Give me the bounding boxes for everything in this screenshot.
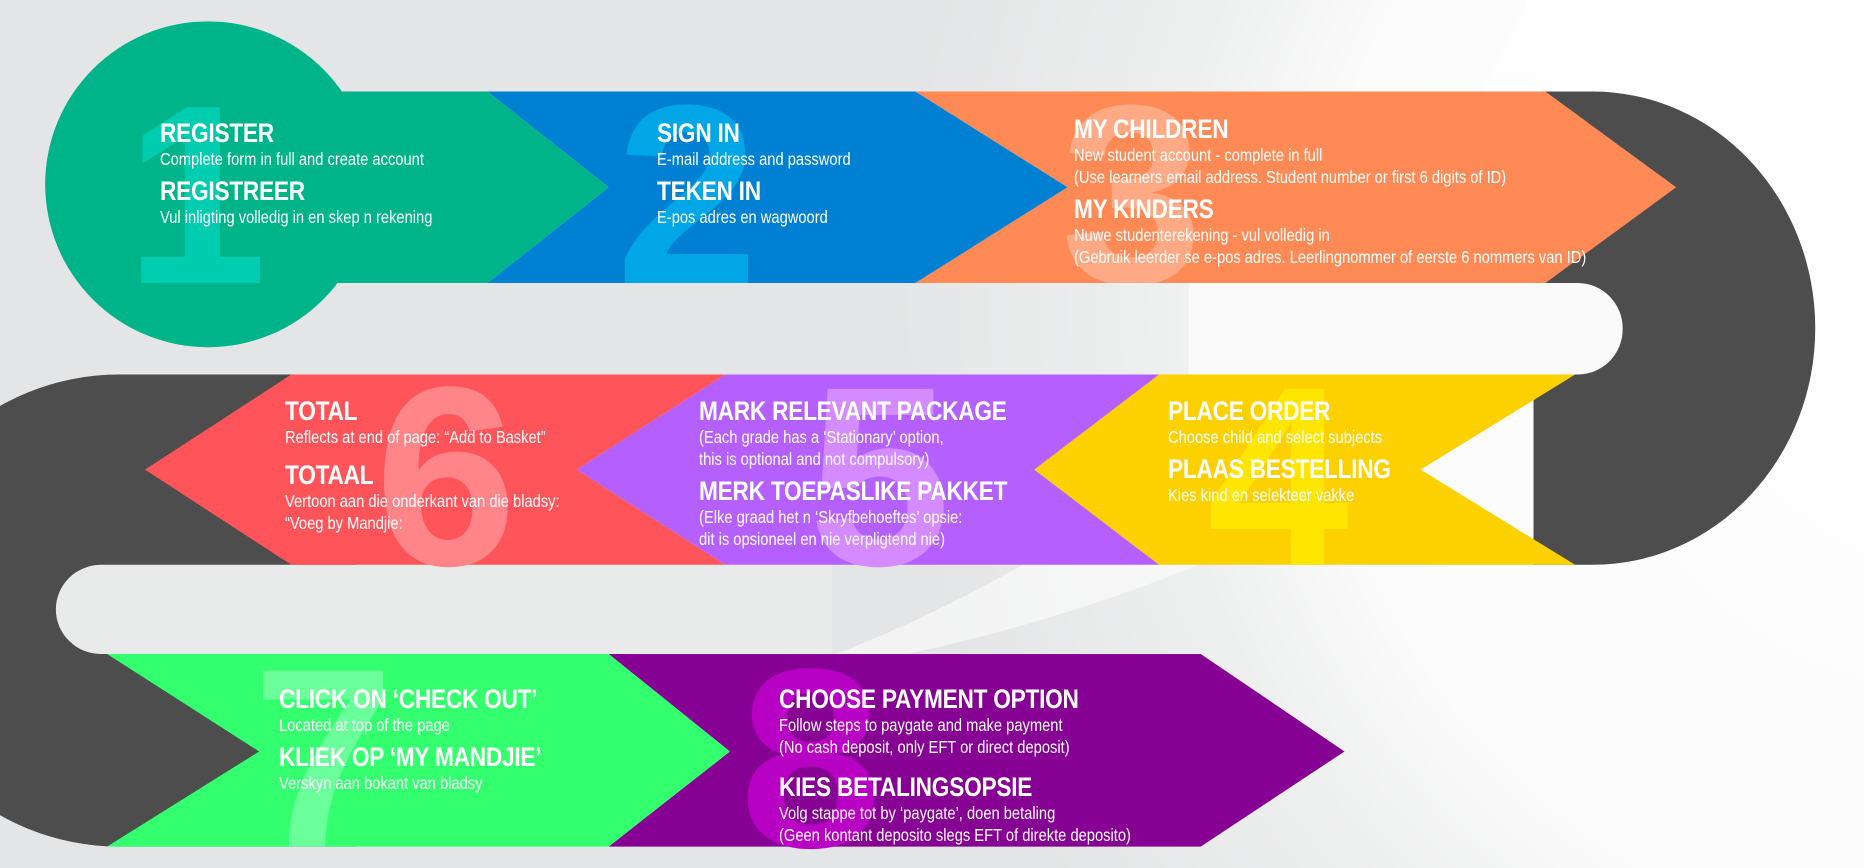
step-description: Verskyn aan bokant van bladsy <box>279 773 483 793</box>
step-title: REGISTREER <box>160 176 305 206</box>
afrikaans-text-group: KIES BETALINGSOPSIE Volg stappe tot by ‘p… <box>779 772 1131 846</box>
english-text-group: MARK RELEVANT PACKAGE (Each grade has a ‘… <box>699 396 1007 470</box>
step-description: dit is opsioneel en nie verpligtend nie) <box>699 529 945 549</box>
afrikaans-text-group: PLAAS BESTELLING Kies kind en selekteer v… <box>1168 454 1391 506</box>
english-text-group: SIGN IN E-mail address and password <box>657 118 851 170</box>
afrikaans-text-group: KLIEK OP ‘MY MANDJIE’ Verskyn aan bokant … <box>279 742 542 794</box>
step-description: Complete form in full and create account <box>160 149 424 169</box>
step-3-my-children: MY CHILDREN New student account - complet… <box>1074 114 1586 268</box>
step-2-sign-in: SIGN IN E-mail address and password TEKEN … <box>657 118 851 228</box>
step-description: Located at top of the page <box>279 715 450 735</box>
afrikaans-text-group: MERK TOEPASLIKE PAKKET (Elke graad het n … <box>699 476 1007 550</box>
step-title: KLIEK OP ‘MY MANDJIE’ <box>279 742 542 772</box>
step-description: Follow steps to paygate and make payment <box>779 715 1063 735</box>
step-description: Reflects at end of page: “Add to Basket” <box>285 427 546 447</box>
step-title: KIES BETALINGSOPSIE <box>779 772 1033 802</box>
step-title: MERK TOEPASLIKE PAKKET <box>699 476 1008 506</box>
step-title: PLAAS BESTELLING <box>1168 454 1391 484</box>
step-description: E-pos adres en wagwoord <box>657 207 828 227</box>
step-description: E-mail address and password <box>657 149 851 169</box>
step-6-total: TOTAL Reflects at end of page: “Add to Ba… <box>285 396 560 534</box>
step-description: Volg stappe tot by ‘paygate’, doen betal… <box>779 803 1056 823</box>
step-description: Choose child and select subjects <box>1168 427 1383 447</box>
step-8-payment-option: CHOOSE PAYMENT OPTION Follow steps to pay… <box>779 684 1131 846</box>
step-description: (Geen kontant deposito slegs EFT of dire… <box>779 825 1131 845</box>
step-description: this is optional and not compulsory) <box>699 449 930 469</box>
step-description: (No cash deposit, only EFT or direct dep… <box>779 737 1070 757</box>
step-description: “Voeg by Mandjie: <box>285 513 403 533</box>
step-title: CHOOSE PAYMENT OPTION <box>779 684 1079 714</box>
step-description: (Elke graad het n ‘Skryfbehoeftes’ opsie… <box>699 507 963 527</box>
step-title: SIGN IN <box>657 118 740 148</box>
step-description: (Gebruik leerder se e-pos adres. Leerlin… <box>1074 247 1587 267</box>
step-description: Nuwe studenterekening - vul volledig in <box>1074 225 1330 245</box>
english-text-group: CHOOSE PAYMENT OPTION Follow steps to pay… <box>779 684 1131 758</box>
afrikaans-text-group: MY KINDERS Nuwe studenterekening - vul vo… <box>1074 194 1586 268</box>
step-title: MY CHILDREN <box>1074 114 1229 144</box>
step-title: TOTAL <box>285 396 358 426</box>
step-title: REGISTER <box>160 118 274 148</box>
english-text-group: MY CHILDREN New student account - complet… <box>1074 114 1586 188</box>
step-title: CLICK ON ‘CHECK OUT’ <box>279 684 538 714</box>
step-title: MY KINDERS <box>1074 194 1214 224</box>
english-text-group: TOTAL Reflects at end of page: “Add to Ba… <box>285 396 560 448</box>
afrikaans-text-group: TOTAAL Vertoon aan die onderkant van die … <box>285 460 560 534</box>
afrikaans-text-group: TEKEN IN E-pos adres en wagwoord <box>657 176 851 228</box>
step-1-register: REGISTER Complete form in full and create… <box>160 118 432 228</box>
step-title: MARK RELEVANT PACKAGE <box>699 396 1007 426</box>
step-description: Vertoon aan die onderkant van die bladsy… <box>285 491 560 511</box>
step-title: PLACE ORDER <box>1168 396 1331 426</box>
step-description: (Each grade has a ‘Stationary’ option, <box>699 427 944 447</box>
english-text-group: REGISTER Complete form in full and create… <box>160 118 432 170</box>
step-description: (Use learners email address. Student num… <box>1074 167 1507 187</box>
step-title: TOTAAL <box>285 460 374 490</box>
english-text-group: CLICK ON ‘CHECK OUT’ Located at top of th… <box>279 684 541 736</box>
step-description: Vul inligting volledig in en skep n reke… <box>160 207 433 227</box>
afrikaans-text-group: REGISTREER Vul inligting volledig in en s… <box>160 176 432 228</box>
step-description: Kies kind en selekteer vakke <box>1168 485 1355 505</box>
step-7-check-out: CLICK ON ‘CHECK OUT’ Located at top of th… <box>279 684 542 794</box>
step-5-mark-package: MARK RELEVANT PACKAGE (Each grade has a ‘… <box>699 396 1007 550</box>
english-text-group: PLACE ORDER Choose child and select subje… <box>1168 396 1391 448</box>
step-title: TEKEN IN <box>657 176 761 206</box>
step-description: New student account - complete in full <box>1074 145 1323 165</box>
step-4-place-order: PLACE ORDER Choose child and select subje… <box>1168 396 1391 506</box>
